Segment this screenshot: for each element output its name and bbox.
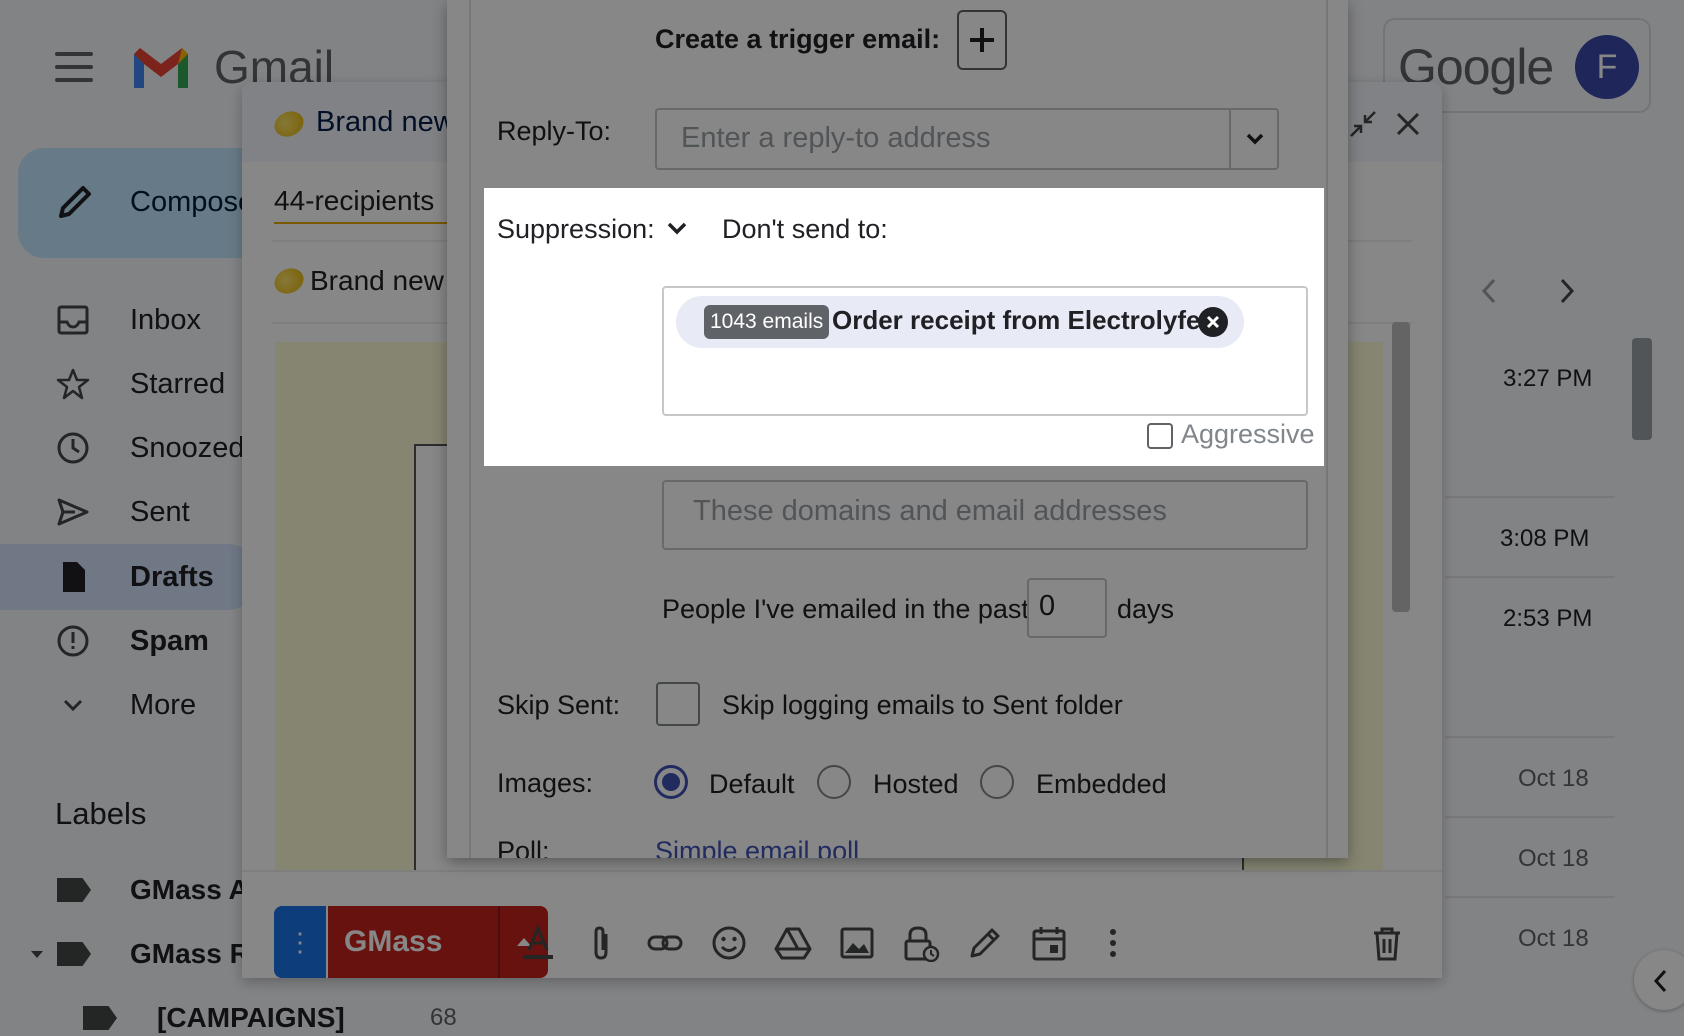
- suppression-label: Suppression:: [497, 214, 655, 244]
- close-icon: [1206, 315, 1220, 329]
- chip-label: Order receipt from Electrolyfe: [832, 305, 1201, 335]
- remove-chip-button[interactable]: [1198, 307, 1228, 337]
- chip-count-badge: 1043 emails: [704, 305, 830, 339]
- dont-send-label: Don't send to:: [722, 214, 888, 244]
- aggressive-label: Aggressive: [1181, 419, 1315, 449]
- chevron-down-icon[interactable]: [667, 222, 687, 236]
- aggressive-checkbox[interactable]: [1147, 423, 1173, 449]
- suppression-section: Suppression: Don't send to: 1043 emails …: [484, 188, 1324, 466]
